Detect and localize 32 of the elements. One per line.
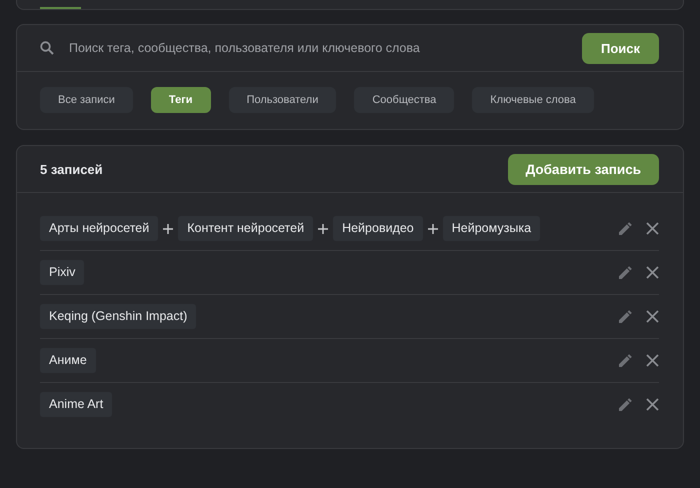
filter-tab[interactable]: Пользователи [228,87,336,113]
add-record-button[interactable]: Добавить запись [508,154,659,184]
edit-icon[interactable] [619,354,632,367]
search-button[interactable]: Поиск [582,32,659,64]
filter-tab[interactable]: Теги [150,87,211,113]
search-field[interactable]: Поиск тега, сообщества, пользователя или ключевого слова [67,40,582,56]
tab-underline [40,7,81,9]
tag-chip: Pixiv [40,260,84,285]
filter-tab[interactable]: Все записи [40,87,133,113]
edit-icon[interactable] [619,310,632,323]
tag-chip: Аниме [40,348,96,373]
filter-tab[interactable]: Ключевые слова [472,87,594,113]
close-icon[interactable] [646,398,659,411]
tag-chip: Нейромузыка [442,216,540,241]
edit-icon[interactable] [619,222,632,235]
plus-icon [163,224,174,234]
tag-chip: Anime Art [40,392,112,417]
search-icon [40,41,54,55]
filter-tab[interactable]: Сообщества [354,87,454,113]
record-count: 5 записей [40,162,103,176]
close-icon[interactable] [646,354,659,367]
edit-icon[interactable] [619,398,632,411]
close-icon[interactable] [646,266,659,279]
tag-chip: Нейровидео [333,216,423,241]
plus-icon [428,224,438,234]
edit-icon[interactable] [619,266,632,279]
tag-chip: Контент нейросетей [178,216,314,241]
close-icon[interactable] [646,310,659,323]
plus-icon [318,224,328,234]
tag-chip: Keqing (Genshin Impact) [40,304,196,329]
close-icon[interactable] [646,222,659,235]
tag-chip: Арты нейросетей [40,216,158,241]
